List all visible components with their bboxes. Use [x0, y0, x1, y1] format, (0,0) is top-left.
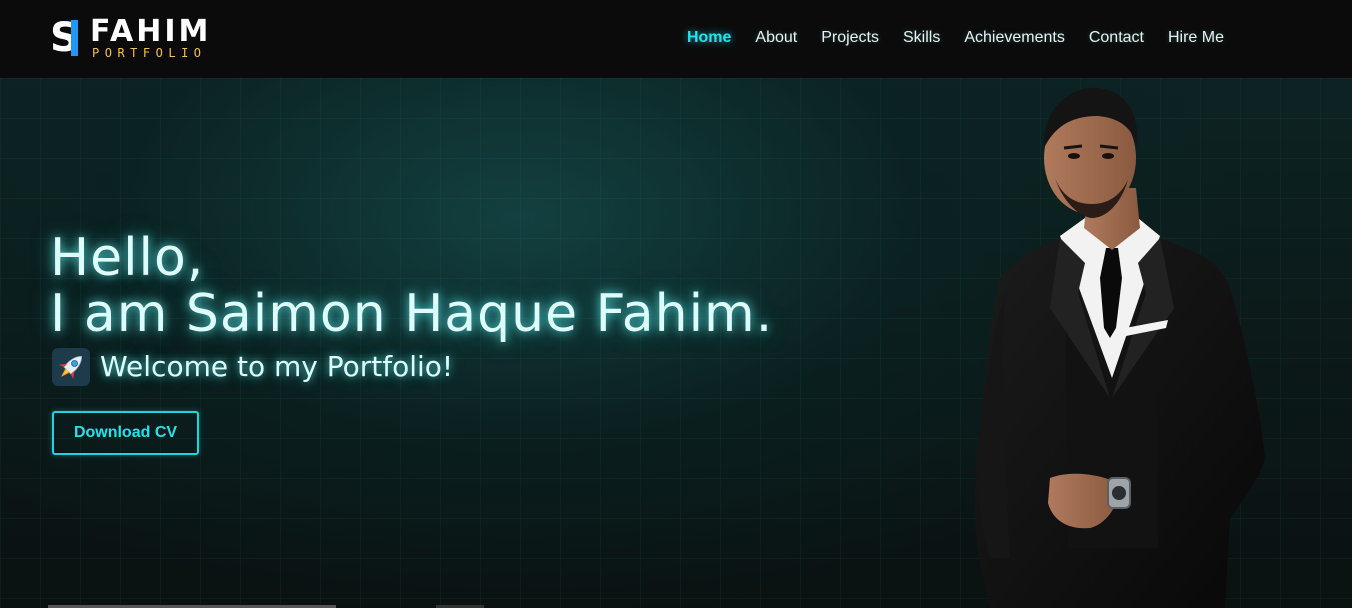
- logo[interactable]: S FAHIM PORTFOLIO: [50, 14, 230, 61]
- logo-mark: S: [50, 16, 94, 60]
- nav-contact[interactable]: Contact: [1089, 26, 1144, 50]
- download-cv-button[interactable]: Download CV: [52, 411, 199, 455]
- hero-headline: Hello, I am Saimon Haque Fahim.: [50, 230, 773, 342]
- hero-intro: I am Saimon Haque Fahim.: [50, 284, 774, 344]
- rocket-icon: [52, 348, 90, 386]
- site-header: S FAHIM PORTFOLIO Home About Projects Sk…: [0, 0, 1352, 78]
- hero-greeting: Hello,: [50, 228, 205, 288]
- nav-hire-me[interactable]: Hire Me: [1168, 26, 1224, 50]
- welcome-line: Welcome to my Portfolio!: [52, 348, 453, 386]
- logo-name: FAHIM: [90, 14, 212, 49]
- main-nav: Home About Projects Skills Achievements …: [687, 26, 1224, 50]
- nav-achievements[interactable]: Achievements: [964, 26, 1065, 50]
- welcome-text: Welcome to my Portfolio!: [100, 350, 454, 383]
- nav-projects[interactable]: Projects: [821, 26, 879, 50]
- nav-home[interactable]: Home: [687, 26, 731, 50]
- nav-skills[interactable]: Skills: [903, 26, 940, 50]
- logo-mark-bar: [71, 20, 78, 56]
- nav-about[interactable]: About: [755, 26, 797, 50]
- logo-subtitle: PORTFOLIO: [92, 46, 207, 60]
- portrait-image: [974, 87, 1265, 608]
- hero-section: Hello, I am Saimon Haque Fahim. Welcome …: [0, 78, 1352, 608]
